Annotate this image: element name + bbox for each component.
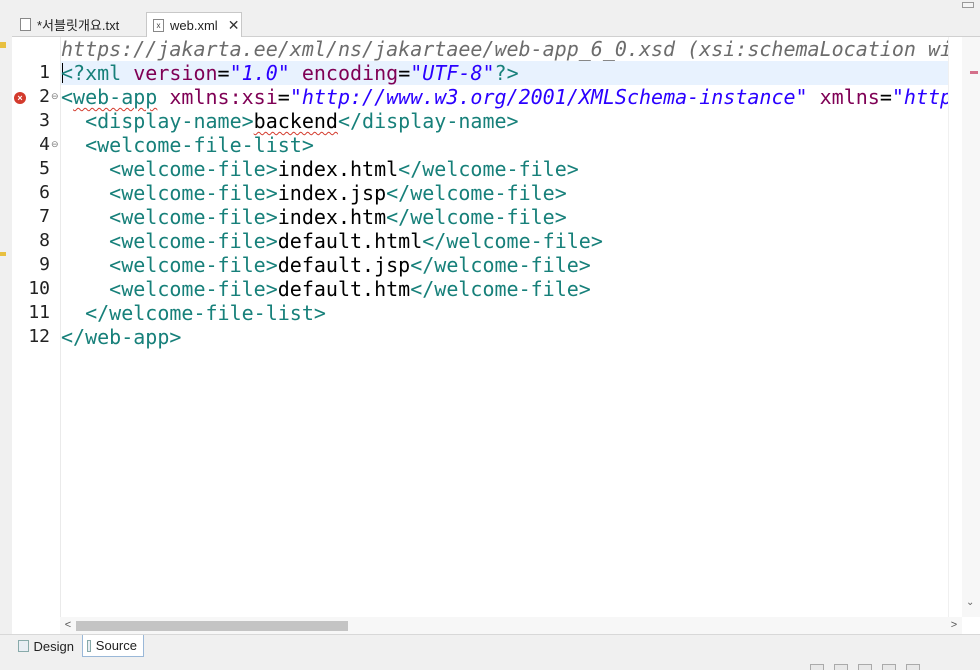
tab-web-xml[interactable]: x web.xml ✕ [146, 12, 242, 37]
horizontal-scrollbar[interactable]: < > [60, 617, 962, 634]
tab-servlet-overview[interactable]: *서블릿개요.txt [14, 12, 144, 37]
code-line-7: <welcome-file>index.htm</welcome-file> [109, 205, 567, 229]
status-icon[interactable] [834, 664, 848, 670]
code-line-2: <web-app xmlns:xsi="http://www.w3.org/20… [61, 85, 948, 109]
tab-label: *서블릿개요.txt [37, 18, 120, 33]
scroll-left-arrow-icon[interactable]: < [60, 617, 76, 634]
source-view-icon [87, 639, 91, 652]
close-icon[interactable]: ✕ [228, 17, 240, 34]
spelling-squiggle: backend [253, 109, 338, 133]
line-number: 11 [28, 302, 50, 323]
line-number: 5 [39, 158, 50, 179]
fold-collapse-icon[interactable]: ⊖ [51, 139, 59, 150]
code-line-1: <?xml version="1.0" encoding="UTF-8"?> [61, 61, 519, 85]
code-line-6: <welcome-file>index.jsp</welcome-file> [109, 181, 567, 205]
status-icon[interactable] [882, 664, 896, 670]
line-number: 6 [39, 182, 50, 203]
code-line-8: <welcome-file>default.html</welcome-file… [109, 229, 603, 253]
schema-location-hint: https://jakarta.ee/xml/ns/jakartaee/web-… [61, 37, 948, 61]
error-squiggle: web-app [73, 85, 158, 109]
code-line-3: <display-name>backend</display-name> [85, 109, 519, 133]
overview-ruler[interactable] [948, 37, 962, 617]
line-number: 1 [39, 62, 50, 83]
status-icon[interactable] [810, 664, 824, 670]
fold-collapse-icon[interactable]: ⊖ [51, 91, 59, 102]
line-number: 12 [28, 326, 50, 347]
line-number: 10 [28, 278, 50, 299]
line-number: 3 [39, 110, 50, 131]
error-marker[interactable] [970, 71, 978, 74]
tab-label: web.xml [170, 17, 218, 33]
line-number: 4 [39, 134, 50, 155]
tab-source[interactable]: Source [82, 635, 144, 657]
vertical-scrollbar[interactable]: ⌄ [962, 37, 980, 617]
editor-mode-tabs: Design Source [0, 634, 980, 670]
xml-source-editor[interactable]: × 1 2 ⊖ 3 4 ⊖ 5 6 7 8 9 10 11 12 https:/… [12, 37, 980, 634]
scroll-down-arrow-icon[interactable]: ⌄ [966, 597, 974, 608]
tab-design-label: Design [33, 638, 74, 654]
status-icon[interactable] [858, 664, 872, 670]
line-number: 7 [39, 206, 50, 227]
status-icon[interactable] [906, 664, 920, 670]
maximize-icon[interactable] [962, 2, 974, 8]
tab-source-label: Source [95, 638, 137, 653]
line-number-gutter: × 1 2 ⊖ 3 4 ⊖ 5 6 7 8 9 10 11 12 [12, 37, 60, 617]
error-icon[interactable]: × [14, 92, 26, 104]
status-bar-icons [810, 664, 920, 670]
editor-tab-bar: *서블릿개요.txt x web.xml ✕ [0, 0, 980, 37]
marker-icon [0, 42, 6, 48]
line-number: 8 [39, 230, 50, 251]
marker-icon [0, 252, 6, 256]
code-line-12: </web-app> [61, 325, 182, 349]
scroll-right-arrow-icon[interactable]: > [946, 617, 962, 634]
tab-design[interactable]: Design [14, 635, 80, 657]
code-line-10: <welcome-file>default.htm</welcome-file> [109, 277, 591, 301]
code-area[interactable]: https://jakarta.ee/xml/ns/jakartaee/web-… [60, 37, 948, 617]
text-file-icon [20, 18, 31, 31]
code-line-9: <welcome-file>default.jsp</welcome-file> [109, 253, 591, 277]
design-view-icon [18, 640, 29, 652]
code-line-5: <welcome-file>index.html</welcome-file> [109, 157, 579, 181]
xml-file-icon: x [153, 18, 164, 32]
code-line-11: </welcome-file-list> [85, 301, 326, 325]
horizontal-scroll-thumb[interactable] [76, 621, 348, 631]
line-number: 9 [39, 254, 50, 275]
code-line-4: <welcome-file-list> [85, 133, 314, 157]
line-number: 2 [39, 86, 50, 107]
left-trim [0, 0, 12, 670]
